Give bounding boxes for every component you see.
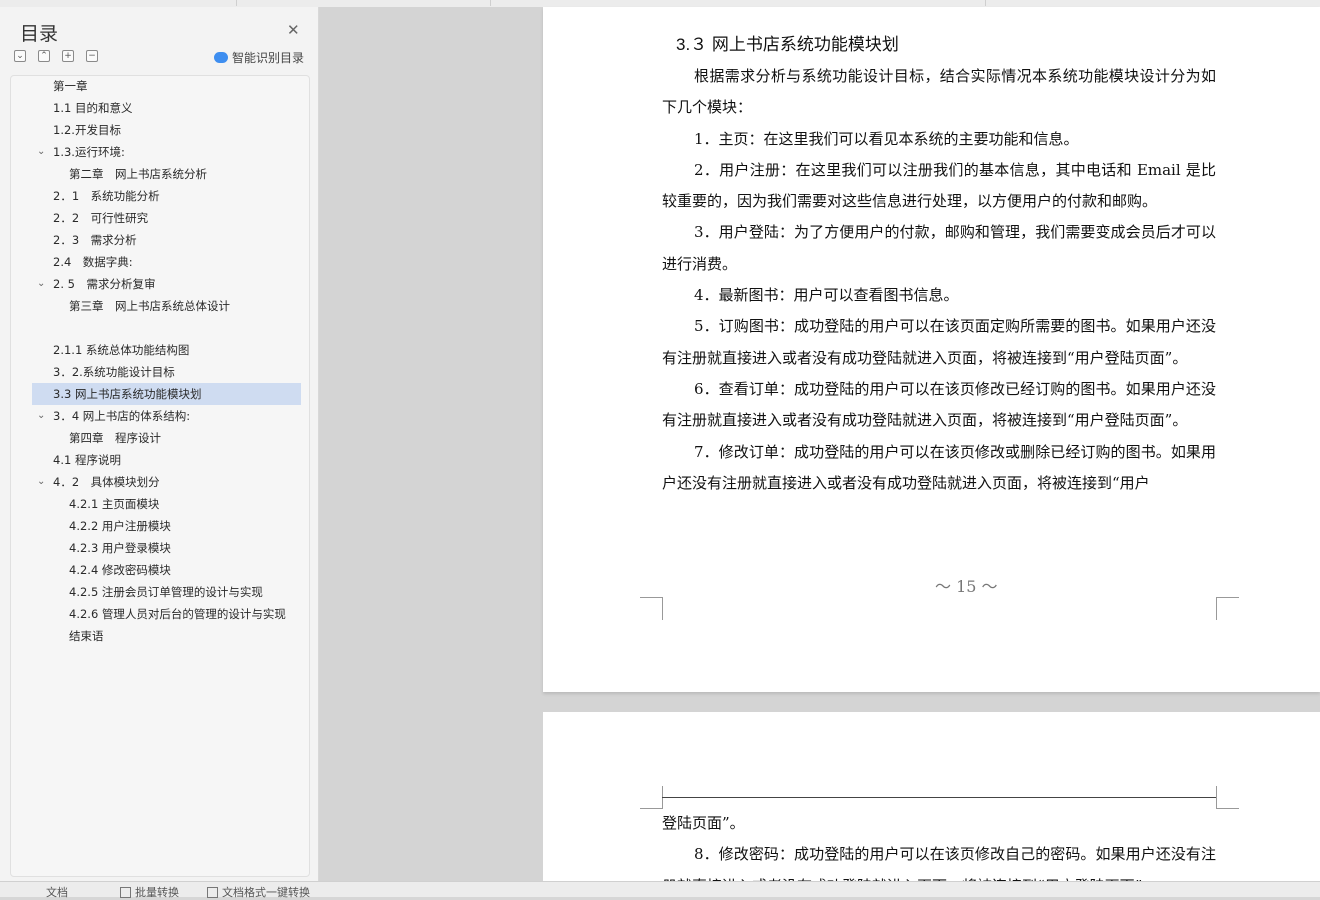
toc-item[interactable]: 2.4 数据字典: (22, 251, 302, 273)
toc-item-label: 2.1.1 系统总体功能结构图 (53, 343, 190, 357)
toc-item-label: 结束语 (69, 629, 104, 643)
toc-item[interactable]: 4.2.2 用户注册模块 (22, 515, 302, 537)
toc-item[interactable]: 第三章 网上书店系统总体设计 (22, 295, 302, 317)
toc-item-label: 4.2.6 管理人员对后台的管理的设计与实现 (69, 607, 286, 621)
toc-item-label: 2．2 可行性研究 (53, 211, 149, 225)
chevron-down-icon[interactable]: ⌄ (37, 141, 45, 163)
sidebar-title: 目录 (20, 23, 59, 45)
bottom-tab[interactable]: 文档格式一键转换 (207, 884, 310, 900)
toc-item-label: 2．3 需求分析 (53, 233, 137, 247)
bottom-status-bar: 文档 批量转换 文档格式一键转换 (0, 881, 1320, 900)
bottom-tab[interactable]: 文档 (46, 884, 68, 900)
toc-item[interactable]: 第二章 网上书店系统分析 (22, 163, 302, 185)
toc-item[interactable]: 2．1 系统功能分析 (22, 185, 302, 207)
toc-item-label: 4.2.2 用户注册模块 (69, 519, 171, 533)
toc-item-label: 第四章 程序设计 (69, 431, 161, 445)
page-body: 根据需求分析与系统功能设计目标，结合实际情况本系统功能模块设计分为如下几个模块：… (662, 61, 1216, 499)
toc-item-label: 4.2.3 用户登录模块 (69, 541, 171, 555)
paragraph: 8．修改密码：成功登陆的用户可以在该页修改自己的密码。如果用户还没有注册就直接进… (662, 845, 1216, 881)
toc-item[interactable]: ⌄ 4．2 具体模块划分 (22, 471, 302, 493)
toc-item-label: 4.2.5 注册会员订单管理的设计与实现 (69, 585, 263, 599)
toc-item[interactable]: 2.1.1 系统总体功能结构图 (22, 339, 302, 361)
chevron-down-icon[interactable]: ⌄ (37, 471, 45, 493)
toc-item[interactable]: 第一章 (22, 75, 302, 97)
margin-corner (640, 786, 663, 809)
ai-cloud-icon (214, 52, 228, 63)
smart-toc-label: 智能识别目录 (232, 51, 305, 65)
margin-corner (1216, 786, 1239, 809)
bottom-tab[interactable]: 批量转换 (120, 884, 179, 900)
toc-item-label: 2.4 数据字典: (53, 255, 133, 269)
divider (236, 0, 237, 6)
page-number: ～ 15 ～ (935, 577, 998, 596)
page-body: 登陆页面”。 8．修改密码：成功登陆的用户可以在该页修改自己的密码。如果用户还没… (662, 808, 1216, 881)
toc-item[interactable]: 4.1 程序说明 (22, 449, 302, 471)
toc-item-label: 第二章 网上书店系统分析 (69, 167, 207, 181)
toc-item-label: 1.1 目的和意义 (53, 101, 133, 115)
toc-item[interactable]: 3.3 网上书店系统功能模块划 (32, 383, 301, 405)
toc-item[interactable]: 1.2.开发目标 (22, 119, 302, 141)
toc-item-label: 第三章 网上书店系统总体设计 (69, 299, 230, 313)
header-rule (662, 797, 1216, 798)
chevron-down-icon[interactable]: ⌄ (37, 405, 45, 427)
toc-item[interactable]: 2．3 需求分析 (22, 229, 302, 251)
toc-item-label: 3．2.系统功能设计目标 (53, 365, 175, 379)
paragraph: 登陆页面”。 (662, 814, 745, 832)
toc-item-label: 4.2.1 主页面模块 (69, 497, 160, 511)
margin-corner (640, 597, 663, 620)
toc-item-label: 4．2 具体模块划分 (53, 475, 160, 489)
paragraph: 6．查看订单：成功登陆的用户可以在该页修改已经订购的图书。如果用户还没有注册就直… (662, 379, 1216, 430)
toc-list: 第一章 1.1 目的和意义 1.2.开发目标 ⌄ 1.3.运行环境: 第二章 网上书店系统… (22, 75, 302, 647)
paragraph: 5．订购图书：成功登陆的用户可以在该页面定购所需要的图书。如果用户还没有注册就直… (662, 317, 1216, 367)
toc-item-label: 1.3.运行环境: (53, 145, 125, 159)
toc-item-label: 3.3 网上书店系统功能模块划 (53, 387, 202, 401)
toc-item (22, 317, 302, 339)
paragraph: 1．主页：在这里我们可以看见本系统的主要功能和信息。 (694, 129, 1079, 148)
smart-toc-button[interactable]: 智能识别目录 (214, 49, 304, 66)
section-heading: 3.３ 网上书店系统功能模块划 (676, 35, 899, 54)
toc-item-label: 第一章 (53, 79, 88, 93)
toc-item[interactable]: 第四章 程序设计 (22, 427, 302, 449)
toc-item[interactable]: ⌄ 3．4 网上书店的体系结构: (22, 405, 302, 427)
paragraph: 4．最新图书：用户可以查看图书信息。 (694, 286, 959, 305)
expand-down-icon[interactable]: ⌄ (14, 50, 26, 62)
paragraph: 3．用户登陆：为了方便用户的付款，邮购和管理，我们需要变成会员后才可以进行消费。 (662, 223, 1216, 273)
toc-toolbar: ⌄ ⌃ + − (14, 50, 98, 64)
toc-item[interactable]: 4.2.4 修改密码模块 (22, 559, 302, 581)
toc-item[interactable]: 1.1 目的和意义 (22, 97, 302, 119)
divider (490, 0, 491, 6)
toc-item[interactable]: 4.2.3 用户登录模块 (22, 537, 302, 559)
toc-item[interactable]: 2．2 可行性研究 (22, 207, 302, 229)
toc-item-label: 3．4 网上书店的体系结构: (53, 409, 191, 423)
toc-item[interactable]: 4.2.1 主页面模块 (22, 493, 302, 515)
toc-item[interactable]: 4.2.5 注册会员订单管理的设计与实现 (22, 581, 302, 603)
divider (985, 0, 986, 6)
remove-icon[interactable]: − (86, 50, 98, 62)
toc-item-label: 2. 5 需求分析复审 (53, 277, 156, 291)
toc-item[interactable]: 结束语 (22, 625, 302, 647)
toc-item[interactable]: ⌄ 2. 5 需求分析复审 (22, 273, 302, 295)
toc-item-label: 2．1 系统功能分析 (53, 189, 160, 203)
paragraph: 7．修改订单：成功登陆的用户可以在该页修改或删除已经订购的图书。如果用户还没有注… (662, 442, 1216, 492)
collapse-up-icon[interactable]: ⌃ (38, 50, 50, 62)
toc-item[interactable]: ⌄ 1.3.运行环境: (22, 141, 302, 163)
toc-item-label: 1.2.开发目标 (53, 123, 121, 137)
toc-item-label: 4.2.4 修改密码模块 (69, 563, 171, 577)
close-icon[interactable]: ✕ (287, 21, 300, 39)
paragraph: 2．用户注册：在这里我们可以注册我们的基本信息，其中电话和 Email 是比较重… (662, 160, 1216, 211)
toc-item-label: 4.1 程序说明 (53, 453, 121, 467)
margin-corner (1216, 597, 1239, 620)
add-icon[interactable]: + (62, 50, 74, 62)
chevron-down-icon[interactable]: ⌄ (37, 273, 45, 295)
toc-item[interactable]: 3．2.系统功能设计目标 (22, 361, 302, 383)
paragraph: 根据需求分析与系统功能设计目标，结合实际情况本系统功能模块设计分为如下几个模块： (662, 67, 1216, 117)
toc-item[interactable]: 4.2.6 管理人员对后台的管理的设计与实现 (22, 603, 302, 625)
